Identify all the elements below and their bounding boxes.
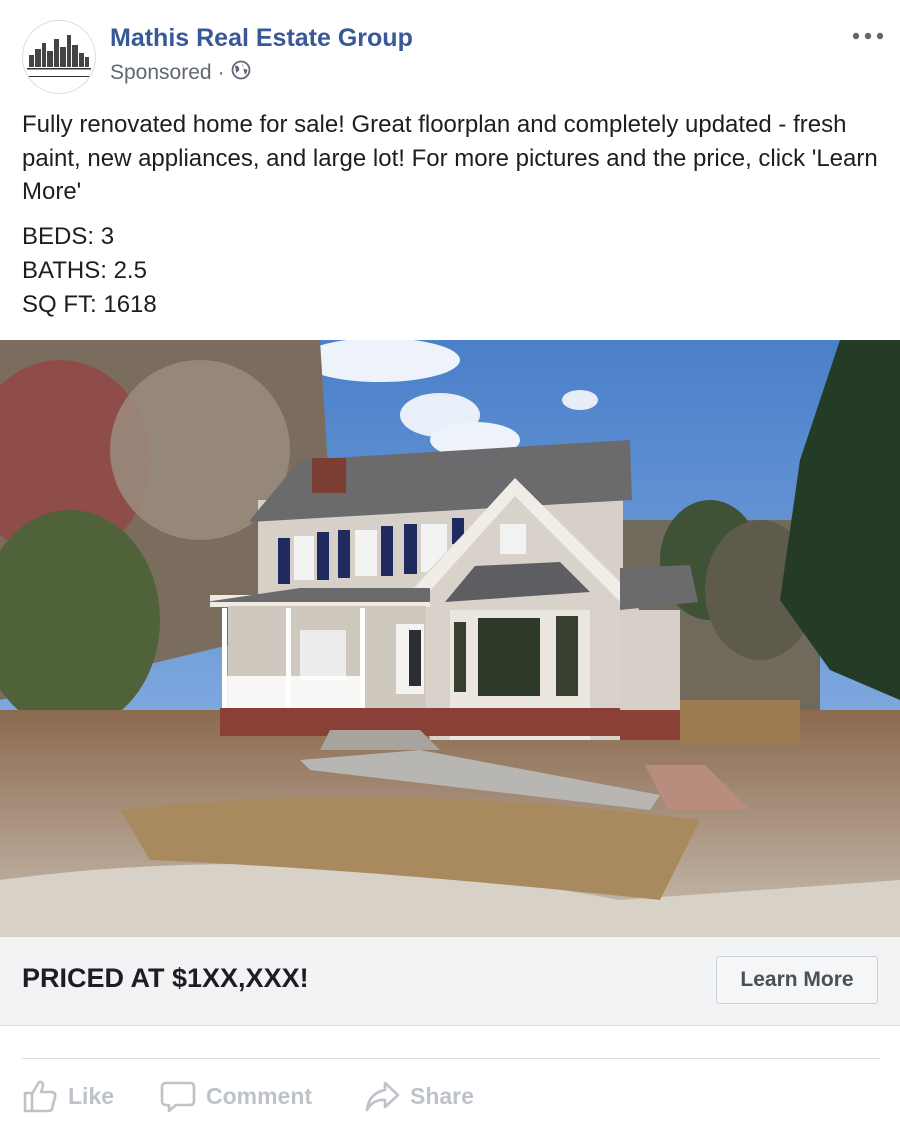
more-options-icon	[852, 32, 884, 40]
spec-sqft: SQ FT: 1618	[22, 291, 157, 318]
page-avatar[interactable]	[22, 20, 96, 94]
comment-label: Comment	[206, 1082, 313, 1109]
listing-photo[interactable]	[0, 340, 900, 937]
skyline-logo	[27, 35, 91, 77]
cta-headline[interactable]: PRICED AT $1XX,XXX!	[22, 963, 309, 994]
post-actions: Like Comment Share	[0, 1072, 900, 1120]
sponsored-post: Mathis Real Estate Group Sponsored · Ful…	[0, 0, 900, 1138]
spec-baths: BATHS: 2.5	[22, 257, 147, 284]
comment-button[interactable]: Comment	[160, 1072, 312, 1120]
spec-beds: BEDS: 3	[22, 223, 115, 250]
learn-more-button[interactable]: Learn More	[716, 956, 878, 1004]
share-arrow-icon	[365, 1081, 400, 1112]
share-label: Share	[410, 1082, 474, 1109]
like-label: Like	[68, 1082, 115, 1109]
like-button[interactable]: Like	[22, 1072, 114, 1120]
globe-icon[interactable]	[231, 60, 251, 86]
post-meta: Sponsored ·	[110, 60, 251, 86]
thumbs-up-icon	[23, 1080, 57, 1113]
share-button[interactable]: Share	[364, 1072, 474, 1120]
cta-bar[interactable]: PRICED AT $1XX,XXX! Learn More	[0, 937, 900, 1026]
post-body-text: Fully renovated home for sale! Great flo…	[22, 111, 878, 205]
actions-divider	[22, 1058, 880, 1059]
more-options-button[interactable]	[848, 22, 888, 50]
comment-bubble-icon	[160, 1081, 196, 1113]
meta-separator: ·	[217, 61, 225, 84]
page-name-link[interactable]: Mathis Real Estate Group	[110, 24, 413, 53]
sponsored-label[interactable]: Sponsored	[110, 61, 212, 85]
